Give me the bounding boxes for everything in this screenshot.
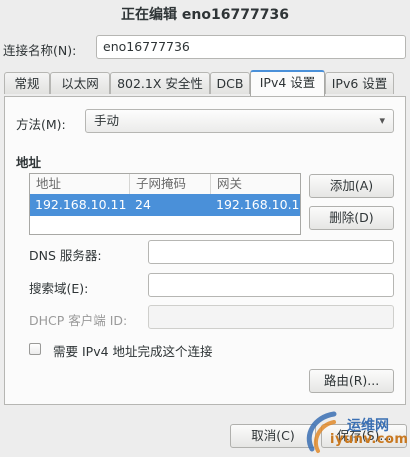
routes-button[interactable]: 路由(R)... — [309, 369, 394, 393]
table-row[interactable]: 192.168.10.11 24 192.168.10.1 — [30, 194, 300, 216]
search-domains-label: 搜索域(E): — [29, 281, 89, 296]
column-header-gateway[interactable]: 网关 — [211, 174, 300, 194]
tab-general[interactable]: 常规 — [4, 72, 50, 94]
chevron-down-icon: ▾ — [379, 114, 385, 127]
require-ipv4-checkbox[interactable] — [29, 343, 41, 355]
tab-ipv6-settings[interactable]: IPv6 设置 — [325, 72, 394, 94]
require-ipv4-label[interactable]: 需要 IPv4 地址完成这个连接 — [53, 341, 213, 360]
watermark-url: iyunv.com — [330, 432, 409, 447]
dhcp-client-id-label: DHCP 客户端 ID: — [29, 313, 128, 328]
column-header-address[interactable]: 地址 — [30, 174, 130, 194]
connection-name-label: 连接名称(N): — [3, 43, 77, 58]
dhcp-client-id-input — [148, 305, 394, 329]
connection-name-input[interactable]: eno16777736 — [96, 35, 406, 59]
table-header: 地址 子网掩码 网关 — [30, 174, 300, 195]
tab-8021x-security[interactable]: 802.1X 安全性 — [110, 72, 210, 94]
method-label: 方法(M): — [16, 117, 66, 132]
delete-address-button[interactable]: 删除(D) — [309, 206, 394, 230]
column-header-netmask[interactable]: 子网掩码 — [130, 174, 211, 194]
addresses-heading: 地址 — [16, 155, 42, 170]
cell-netmask[interactable]: 24 — [130, 194, 211, 216]
search-domains-input[interactable] — [148, 273, 394, 297]
dns-servers-label: DNS 服务器: — [29, 248, 102, 263]
cell-gateway[interactable]: 192.168.10.1 — [211, 194, 300, 216]
window-title: 正在编辑 eno16777736 — [121, 7, 289, 23]
cell-address[interactable]: 192.168.10.11 — [30, 194, 130, 216]
tab-dcb[interactable]: DCB — [210, 72, 250, 94]
tab-ethernet[interactable]: 以太网 — [50, 72, 110, 94]
method-value: 手动 — [94, 113, 120, 128]
add-address-button[interactable]: 添加(A) — [309, 174, 394, 198]
addresses-table: 地址 子网掩码 网关 192.168.10.11 24 192.168.10.1 — [29, 173, 301, 235]
dns-servers-input[interactable] — [148, 240, 394, 264]
tab-ipv4-settings[interactable]: IPv4 设置 — [250, 70, 325, 96]
method-dropdown[interactable]: 手动 ▾ — [85, 109, 394, 133]
